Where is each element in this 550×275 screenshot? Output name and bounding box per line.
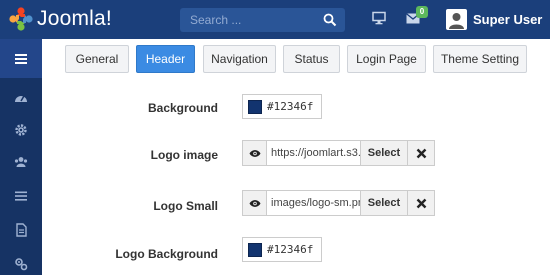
dashboard-icon bbox=[15, 95, 27, 102]
logo-small-field: images/logo-sm.pn Select bbox=[242, 190, 435, 216]
logo-image-clear-button[interactable] bbox=[408, 140, 435, 166]
joomla-logo-icon bbox=[9, 7, 33, 31]
search-placeholder: Search ... bbox=[190, 13, 242, 27]
document-icon bbox=[16, 223, 27, 237]
logo-image-preview-button[interactable] bbox=[242, 140, 267, 166]
logo-image-select-button[interactable]: Select bbox=[361, 140, 408, 166]
sidebar bbox=[0, 39, 42, 275]
tab-login-page[interactable]: Login Page bbox=[347, 45, 426, 73]
gear-icon bbox=[15, 124, 27, 136]
monitor-icon[interactable] bbox=[372, 11, 386, 25]
logo-image-input[interactable]: https://joomlart.s3. bbox=[267, 140, 361, 166]
tab-theme-setting[interactable]: Theme Setting bbox=[433, 45, 527, 73]
sidebar-item-menus[interactable] bbox=[0, 179, 42, 213]
background-color-swatch bbox=[248, 99, 262, 114]
logo-text: Joomla! bbox=[37, 7, 112, 30]
eye-icon bbox=[249, 199, 260, 207]
eye-icon bbox=[249, 149, 260, 157]
sidebar-item-dashboard[interactable] bbox=[0, 81, 42, 115]
search-icon[interactable] bbox=[323, 13, 337, 27]
avatar[interactable] bbox=[446, 9, 467, 30]
logo-small-label: Logo Small bbox=[153, 199, 218, 213]
logo-background-color-swatch bbox=[248, 242, 262, 257]
search-input[interactable]: Search ... bbox=[180, 8, 345, 32]
user-icon bbox=[449, 13, 464, 29]
logo-background-label: Logo Background bbox=[115, 247, 218, 261]
logo-small-clear-button[interactable] bbox=[408, 190, 435, 216]
logo-small-select-button[interactable]: Select bbox=[361, 190, 408, 216]
sidebar-toggle-button[interactable] bbox=[0, 39, 42, 78]
tab-status[interactable]: Status bbox=[283, 45, 340, 73]
logo-small-input[interactable]: images/logo-sm.pn bbox=[267, 190, 361, 216]
logo-background-color-value: #12346f bbox=[267, 243, 314, 256]
logo-small-preview-button[interactable] bbox=[242, 190, 267, 216]
top-bar: Joomla! Search ... 0 Super User bbox=[0, 0, 550, 39]
close-icon bbox=[416, 198, 426, 208]
joomla-logo[interactable]: Joomla! bbox=[8, 6, 112, 32]
background-color-picker[interactable]: #12346f bbox=[242, 94, 322, 119]
background-label: Background bbox=[147, 101, 218, 115]
background-color-value: #12346f bbox=[267, 100, 314, 113]
close-icon bbox=[416, 148, 426, 158]
puzzle-icon bbox=[15, 258, 28, 271]
logo-image-label: Logo image bbox=[150, 148, 218, 162]
users-icon bbox=[14, 157, 28, 167]
sidebar-item-extensions[interactable] bbox=[0, 247, 42, 275]
tab-header[interactable]: Header bbox=[136, 45, 195, 73]
logo-image-field: https://joomlart.s3. Select bbox=[242, 140, 435, 166]
sidebar-item-content[interactable] bbox=[0, 213, 42, 247]
logo-background-color-picker[interactable]: #12346f bbox=[242, 237, 322, 262]
sidebar-item-settings[interactable] bbox=[0, 113, 42, 147]
list-icon bbox=[15, 191, 27, 201]
tab-navigation[interactable]: Navigation bbox=[203, 45, 276, 73]
tab-general[interactable]: General bbox=[65, 45, 129, 73]
menu-icon bbox=[15, 53, 27, 64]
sidebar-item-users[interactable] bbox=[0, 145, 42, 179]
user-menu[interactable]: Super User bbox=[473, 12, 542, 27]
mail-count-badge: 0 bbox=[416, 6, 428, 18]
